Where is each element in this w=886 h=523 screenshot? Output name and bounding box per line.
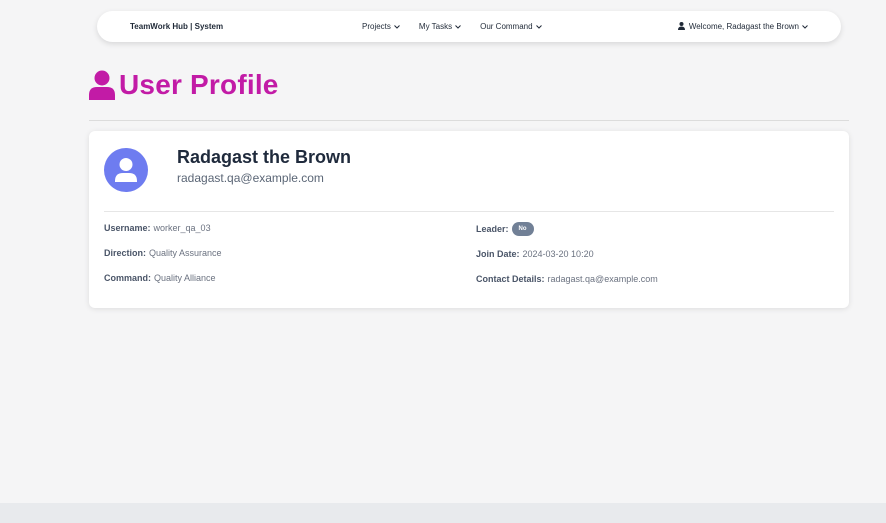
user-icon — [677, 21, 685, 32]
field-direction-value: Quality Assurance — [149, 248, 222, 258]
profile-name: Radagast the Brown — [177, 147, 352, 167]
nav-my-tasks-label: My Tasks — [418, 22, 453, 31]
page-heading: User Profile — [89, 69, 279, 101]
nav-our-command-label: Our Command — [480, 22, 533, 31]
field-join-date-value: 2024-03-20 10:20 — [522, 249, 594, 259]
field-contact: Contact Details: radagast.qa@example.com — [476, 274, 658, 284]
user-menu-dropdown[interactable]: Welcome, Radagast the Brown — [677, 21, 808, 32]
card-divider — [104, 211, 834, 212]
chevron-down-icon — [535, 24, 542, 29]
heading-divider — [89, 120, 849, 121]
user-menu-label: Welcome, Radagast the Brown — [688, 22, 799, 31]
nav-my-tasks-dropdown[interactable]: My Tasks — [419, 22, 461, 31]
chevron-down-icon — [394, 24, 400, 29]
nav-our-command-dropdown[interactable]: Our Command — [480, 22, 542, 31]
field-direction-label: Direction: — [104, 248, 147, 258]
field-command: Command: Quality Alliance — [104, 273, 216, 283]
user-circle-icon — [104, 148, 148, 192]
field-username-value: worker_qa_03 — [153, 223, 211, 233]
field-direction: Direction: Quality Assurance — [104, 248, 222, 258]
nav-projects-dropdown[interactable]: Projects — [362, 22, 400, 31]
field-username: Username: worker_qa_03 — [104, 223, 211, 233]
field-contact-label: Contact Details: — [476, 274, 545, 284]
field-command-label: Command: — [104, 273, 151, 283]
user-icon — [89, 70, 115, 100]
brand-link[interactable]: TeamWork Hub | System — [130, 22, 223, 31]
footer-strip — [0, 503, 886, 523]
field-leader-label: Leader: — [476, 224, 509, 234]
profile-email: radagast.qa@example.com — [177, 171, 324, 185]
field-contact-value: radagast.qa@example.com — [547, 274, 658, 284]
profile-card: Radagast the Brown radagast.qa@example.c… — [89, 131, 849, 308]
nav-links: Projects My Tasks Our Command — [362, 22, 561, 31]
page-title: User Profile — [119, 69, 279, 100]
field-username-label: Username: — [104, 223, 151, 233]
field-command-value: Quality Alliance — [154, 273, 216, 283]
page: TeamWork Hub | System Projects My Tasks … — [0, 0, 886, 523]
field-leader: Leader: No — [476, 222, 534, 236]
field-join-date-label: Join Date: — [476, 249, 520, 259]
nav-projects-label: Projects — [362, 22, 391, 31]
top-navbar: TeamWork Hub | System Projects My Tasks … — [97, 11, 841, 42]
chevron-down-icon — [455, 24, 461, 29]
chevron-down-icon — [802, 24, 808, 29]
field-join-date: Join Date: 2024-03-20 10:20 — [476, 249, 594, 259]
leader-status-badge: No — [511, 222, 534, 236]
